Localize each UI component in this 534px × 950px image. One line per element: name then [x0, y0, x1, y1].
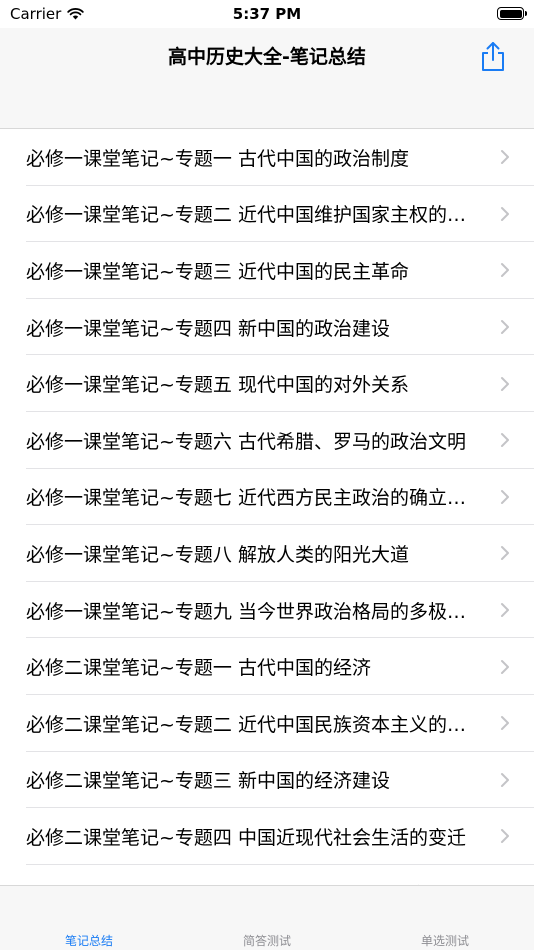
list-item-label: 必修一课堂笔记~专题八 解放人类的阳光大道 [26, 543, 409, 566]
chevron-right-icon [501, 376, 509, 391]
chevron-right-icon [501, 546, 509, 561]
chevron-right-icon [501, 772, 509, 787]
chevron-right-icon [501, 603, 509, 618]
tab-single-choice-test[interactable]: 单选测试 [356, 886, 534, 950]
navigation-bar: 高中历史大全-笔记总结 [0, 28, 534, 129]
list-item[interactable]: 必修二课堂笔记~专题二 近代中国民族资本主义的历程 [0, 695, 534, 752]
chevron-right-icon [501, 320, 509, 335]
tab-bar: 笔记总结 简答测试 单选测试 [0, 885, 534, 950]
chevron-right-icon [501, 489, 509, 504]
tab-notes-summary[interactable]: 笔记总结 [0, 886, 178, 950]
list-item[interactable]: 必修二课堂笔记~专题四 中国近现代社会生活的变迁 [0, 808, 534, 865]
list-item-label: 必修一课堂笔记~专题七 近代西方民主政治的确立与发展 [26, 487, 468, 510]
list-item-label: 必修一课堂笔记~专题四 新中国的政治建设 [26, 317, 390, 340]
battery-icon [497, 7, 527, 20]
list-item-label: 必修二课堂笔记~专题四 中国近现代社会生活的变迁 [26, 826, 466, 849]
chevron-right-icon [501, 206, 509, 221]
list-item-label: 必修二课堂笔记~专题二 近代中国民族资本主义的历程 [26, 713, 468, 736]
list-item[interactable]: 必修二课堂笔记~专题三 新中国的经济建设 [0, 752, 534, 809]
chevron-right-icon [501, 263, 509, 278]
list-item-label: 必修一课堂笔记~专题五 现代中国的对外关系 [26, 374, 409, 397]
list-item[interactable]: 必修一课堂笔记~专题八 解放人类的阳光大道 [0, 525, 534, 582]
list-item-label: 必修二课堂笔记~专题一 古代中国的经济 [26, 657, 371, 680]
list-item-label: 必修一课堂笔记~专题六 古代希腊、罗马的政治文明 [26, 430, 466, 453]
list-item[interactable]: 必修一课堂笔记~专题四 新中国的政治建设 [0, 299, 534, 356]
list-item[interactable]: 必修二课堂笔记~专题一 古代中国的经济 [0, 638, 534, 695]
battery-fill [499, 9, 522, 18]
notes-list[interactable]: 必修一课堂笔记~专题一 古代中国的政治制度必修一课堂笔记~专题二 近代中国维护国… [0, 129, 534, 885]
list-item[interactable]: 必修一课堂笔记~专题六 古代希腊、罗马的政治文明 [0, 412, 534, 469]
chevron-right-icon [501, 150, 509, 165]
list-item[interactable]: 必修一课堂笔记~专题二 近代中国维护国家主权的斗争 [0, 186, 534, 243]
list-item-label: 必修一课堂笔记~专题九 当今世界政治格局的多极化趋势 [26, 600, 468, 623]
chevron-right-icon [501, 433, 509, 448]
tab-label: 笔记总结 [64, 934, 113, 948]
list-item-label: 必修二课堂笔记~专题三 新中国的经济建设 [26, 770, 390, 793]
list-item[interactable]: 必修一课堂笔记~专题一 古代中国的政治制度 [0, 129, 534, 186]
tab-short-answer-test[interactable]: 简答测试 [178, 886, 356, 950]
list-item[interactable]: 必修一课堂笔记~专题七 近代西方民主政治的确立与发展 [0, 469, 534, 526]
share-icon[interactable] [478, 40, 508, 72]
list-item-label: 必修一课堂笔记~专题二 近代中国维护国家主权的斗争 [26, 204, 468, 227]
status-bar: Carrier 5:37 PM [0, 0, 534, 28]
list-item[interactable]: 必修一课堂笔记~专题三 近代中国的民主革命 [0, 242, 534, 299]
list-item[interactable]: 必修一课堂笔记~专题五 现代中国的对外关系 [0, 355, 534, 412]
list-item[interactable]: 必修一课堂笔记~专题九 当今世界政治格局的多极化趋势 [0, 582, 534, 639]
chevron-right-icon [501, 716, 509, 731]
tab-label: 简答测试 [242, 934, 291, 948]
list-item[interactable]: 必修二课堂笔记~专题五 走向世界的资本主义市场 [0, 865, 534, 885]
status-time: 5:37 PM [232, 5, 302, 23]
list-item-label: 必修一课堂笔记~专题一 古代中国的政治制度 [26, 147, 409, 170]
chevron-right-icon [501, 659, 509, 674]
list-item-label: 必修一课堂笔记~专题三 近代中国的民主革命 [26, 260, 409, 283]
page-title: 高中历史大全-笔记总结 [168, 46, 366, 68]
chevron-right-icon [501, 829, 509, 844]
tab-label: 单选测试 [420, 934, 469, 948]
